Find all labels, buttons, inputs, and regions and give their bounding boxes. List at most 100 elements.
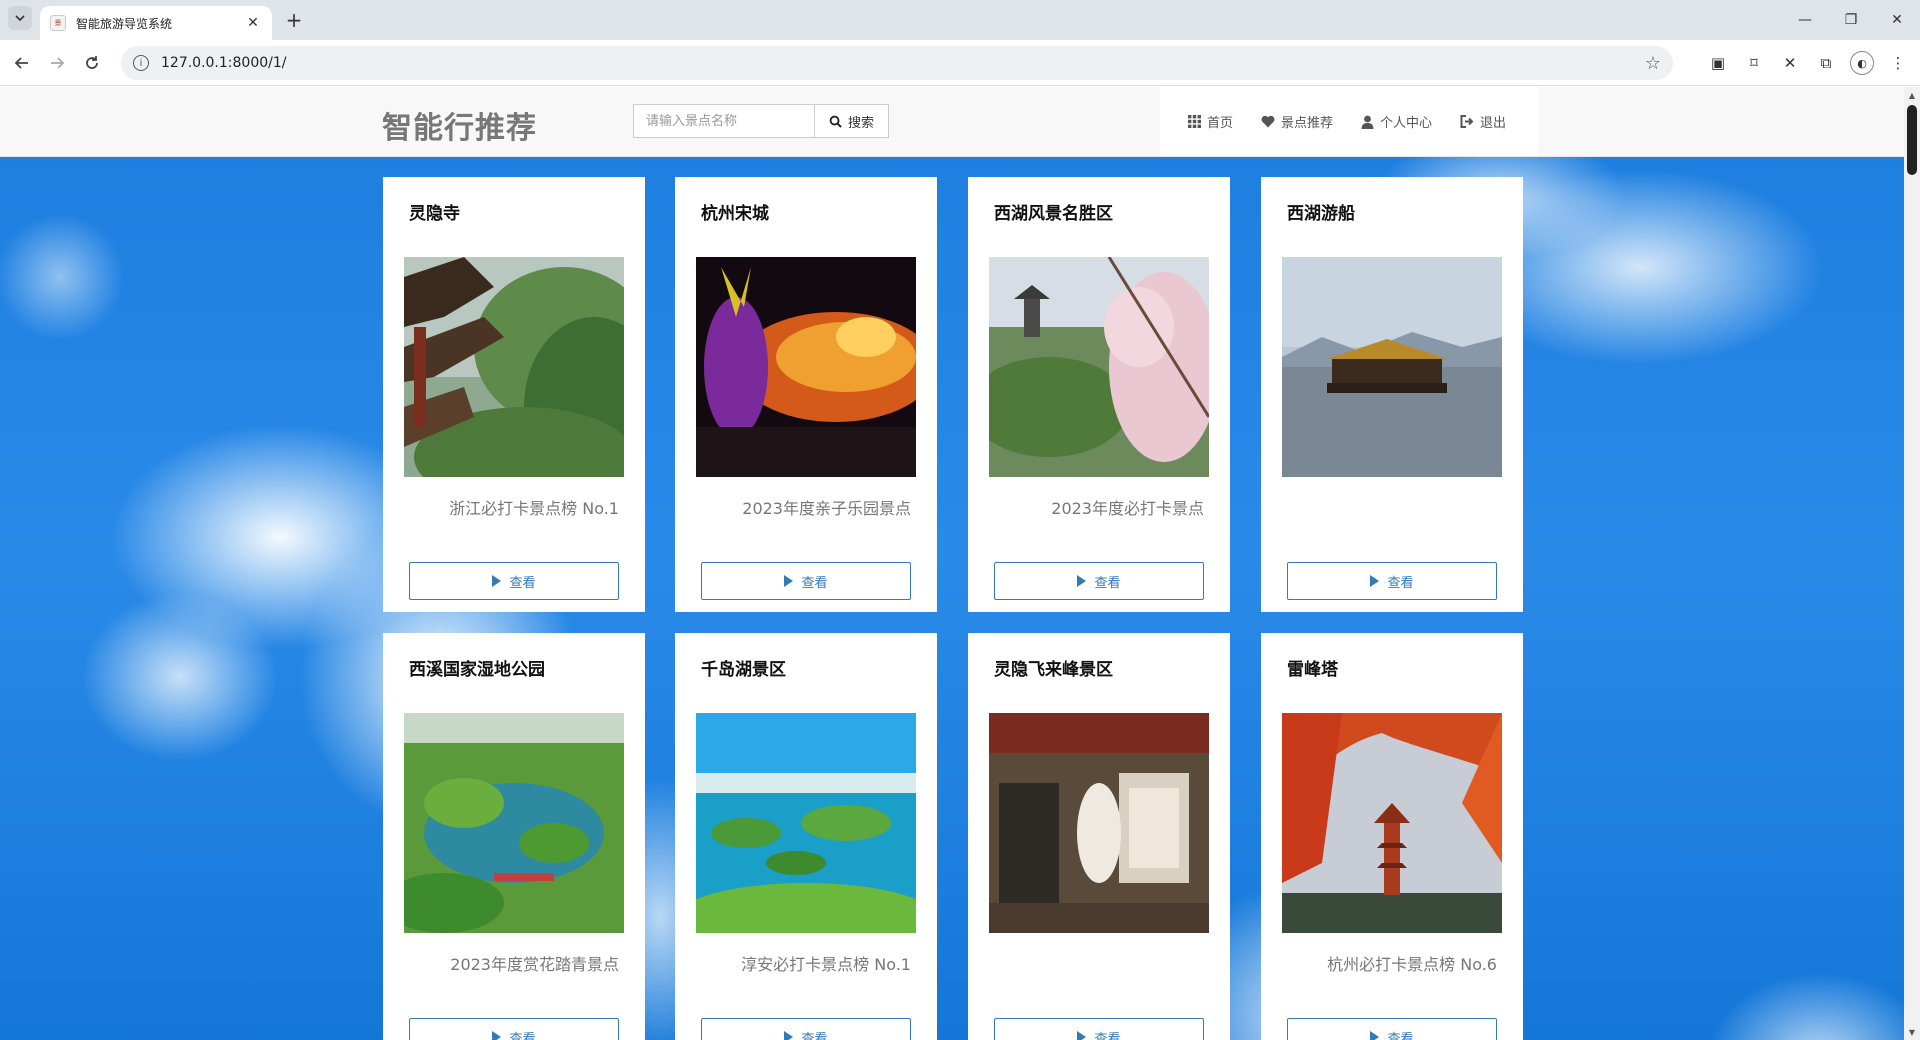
card-image-westlake[interactable]	[989, 257, 1209, 477]
nav-item-logout[interactable]: 退出	[1446, 87, 1520, 156]
temple-image	[404, 257, 624, 477]
card-tag: 2023年度赏花踏青景点	[450, 955, 619, 974]
tab-search-button[interactable]	[8, 6, 32, 30]
search-input[interactable]	[633, 104, 814, 138]
view-button[interactable]: 查看	[1287, 562, 1497, 600]
scroll-down-icon[interactable]: ▼	[1904, 1024, 1920, 1040]
address-bar[interactable]: i 127.0.0.1:8000/1/ ☆	[121, 46, 1673, 80]
extension-icon[interactable]: ▣	[1704, 49, 1732, 77]
islands-image	[696, 713, 916, 933]
profile-button[interactable]: ◐	[1848, 49, 1876, 77]
avatar: ◐	[1850, 51, 1874, 75]
browser-toolbar: i 127.0.0.1:8000/1/ ☆ ▣ ⌑ ✕ ⧉ ◐ ⋮	[0, 40, 1920, 86]
card-title: 西溪国家湿地公园	[409, 660, 545, 680]
scroll-up-icon[interactable]: ▲	[1904, 87, 1920, 103]
card-title: 西湖游船	[1287, 204, 1355, 224]
view-button-label: 查看	[509, 575, 536, 591]
play-icon	[1077, 1031, 1087, 1040]
card-tag: 2023年度亲子乐园景点	[742, 499, 911, 518]
view-button[interactable]: 查看	[409, 562, 619, 600]
restore-button[interactable]: ❐	[1828, 0, 1874, 40]
card-title: 杭州宋城	[701, 204, 769, 224]
play-icon	[784, 1031, 794, 1040]
puzzle-icon[interactable]: ⧉	[1812, 49, 1840, 77]
close-extension-icon[interactable]: ✕	[1776, 49, 1804, 77]
play-icon	[492, 1031, 502, 1040]
nav-menu: 首页 景点推荐 个人中心 退出	[1160, 87, 1538, 156]
card-tag: 2023年度必打卡景点	[1051, 499, 1204, 518]
search-button[interactable]: 搜索	[814, 104, 889, 138]
nav-item-home[interactable]: 首页	[1174, 87, 1247, 156]
performance-image	[696, 257, 916, 477]
bookmark-icon[interactable]: ⌑	[1740, 49, 1768, 77]
scroll-thumb[interactable]	[1907, 105, 1917, 175]
card-image-feilaifeng[interactable]	[989, 713, 1209, 933]
view-button-label: 查看	[1094, 1031, 1121, 1040]
view-button-label: 查看	[801, 575, 828, 591]
play-icon	[784, 575, 794, 587]
wetland-image	[404, 713, 624, 933]
attraction-card: 西溪国家湿地公园 2023年度赏花踏青景点 查看	[383, 633, 645, 1040]
tab-title: 智能旅游导览系统	[76, 16, 173, 31]
site-info-icon[interactable]: i	[133, 55, 149, 71]
lake-pavilion-image	[989, 257, 1209, 477]
boat-image	[1282, 257, 1502, 477]
back-button[interactable]	[8, 49, 36, 77]
nav-label: 退出	[1480, 116, 1507, 131]
attraction-card: 雷峰塔 杭州必打卡景点榜 No.6 查看	[1261, 633, 1523, 1040]
window-controls: — ❐ ✕	[1782, 0, 1920, 40]
play-icon	[1370, 1031, 1380, 1040]
minimize-button[interactable]: —	[1782, 0, 1828, 40]
card-image-leifeng[interactable]	[1282, 713, 1502, 933]
card-title: 雷峰塔	[1287, 660, 1338, 680]
search-form: 搜索	[633, 104, 889, 138]
menu-kebab-icon[interactable]: ⋮	[1884, 49, 1912, 77]
user-icon	[1361, 115, 1374, 129]
card-image-qiandaohu[interactable]	[696, 713, 916, 933]
tab-close-icon[interactable]: ✕	[244, 14, 262, 32]
nav-label: 个人中心	[1380, 116, 1433, 131]
card-title: 西湖风景名胜区	[994, 204, 1113, 224]
extension-bar: ▣ ⌑ ✕ ⧉ ◐ ⋮	[1704, 49, 1912, 77]
view-button-label: 查看	[1387, 1031, 1414, 1040]
page-scrollbar[interactable]: ▲ ▼	[1904, 87, 1920, 1040]
chevron-down-icon	[15, 15, 25, 22]
bookmark-star-icon[interactable]: ☆	[1645, 53, 1661, 74]
nav-item-profile[interactable]: 个人中心	[1347, 87, 1446, 156]
view-button[interactable]: 查看	[701, 1018, 911, 1040]
brand-title[interactable]: 智能行推荐	[382, 103, 537, 147]
forward-button[interactable]	[43, 49, 71, 77]
card-title: 灵隐寺	[409, 204, 460, 224]
window-close-button[interactable]: ✕	[1874, 0, 1920, 40]
search-icon	[829, 115, 842, 128]
card-image-xixi[interactable]	[404, 713, 624, 933]
url-text: 127.0.0.1:8000/1/	[161, 55, 287, 71]
view-button[interactable]: 查看	[1287, 1018, 1497, 1040]
nav-item-recommend[interactable]: 景点推荐	[1247, 87, 1347, 156]
play-icon	[492, 575, 502, 587]
view-button[interactable]: 查看	[994, 1018, 1204, 1040]
view-button-label: 查看	[801, 1031, 828, 1040]
card-image-lingyin[interactable]	[404, 257, 624, 477]
arrow-left-icon	[14, 57, 28, 69]
card-image-boat[interactable]	[1282, 257, 1502, 477]
new-tab-button[interactable]: +	[282, 8, 306, 32]
card-image-songcheng[interactable]	[696, 257, 916, 477]
reload-button[interactable]	[78, 49, 106, 77]
view-button[interactable]: 查看	[701, 562, 911, 600]
view-button-label: 查看	[1387, 575, 1414, 591]
browser-tab-active[interactable]: 景 智能旅游导览系统 ✕	[40, 6, 272, 40]
sky-background	[0, 157, 1904, 1040]
view-button[interactable]: 查看	[994, 562, 1204, 600]
attraction-card: 灵隐飞来峰景区 查看	[968, 633, 1230, 1040]
attraction-card: 西湖游船 查看	[1261, 177, 1523, 612]
page-viewport: 智能行推荐 搜索 首页 景点推荐 个人中心 退出	[0, 87, 1904, 1040]
card-tag: 浙江必打卡景点榜 No.1	[449, 499, 619, 518]
temple-sign-image	[989, 713, 1209, 933]
play-icon	[1370, 575, 1380, 587]
play-icon	[1077, 575, 1087, 587]
attraction-card: 灵隐寺 浙江必打卡景点榜 No.1 查看	[383, 177, 645, 612]
card-tag: 杭州必打卡景点榜 No.6	[1327, 955, 1497, 974]
view-button[interactable]: 查看	[409, 1018, 619, 1040]
attraction-card: 西湖风景名胜区 2023年度必打卡景点 查看	[968, 177, 1230, 612]
